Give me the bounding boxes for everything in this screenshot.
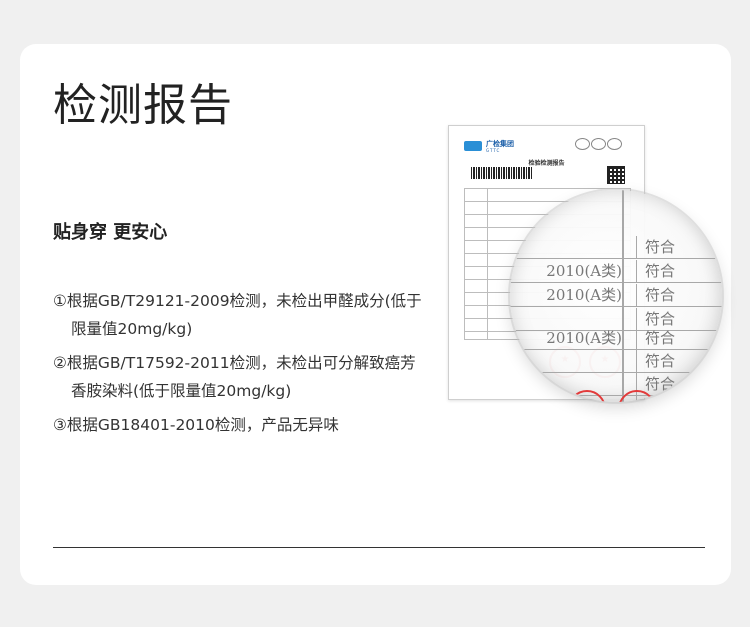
barcode-icon xyxy=(471,167,533,179)
test-results-list: ①根据GB/T29121-2009检测，未检出甲醛成分(低于限量值20mg/kg… xyxy=(53,287,423,445)
divider xyxy=(53,547,705,548)
lens-cell: 2010(A类) xyxy=(546,329,622,347)
lens-row: 符合 xyxy=(510,395,722,402)
lens-row: 符合 xyxy=(510,350,722,373)
list-item: ②根据GB/T17592-2011检测，未检出可分解致癌芳香胺染料(低于限量值2… xyxy=(53,354,416,400)
list-item: ①根据GB/T29121-2009检测，未检出甲醛成分(低于限量值20mg/kg… xyxy=(53,292,422,338)
list-item: ③根据GB18401-2010检测，产品无异味 xyxy=(53,416,339,434)
ilac-badge-icon xyxy=(591,138,606,150)
report-company-en: GTTC xyxy=(486,148,501,153)
lens-cell: 2010(A类) xyxy=(546,286,622,304)
lens-row: 符合 xyxy=(510,373,722,396)
page-subtitle: 贴身穿 更安心 xyxy=(53,222,168,243)
lens-row: 2010(A类) 符合 xyxy=(510,327,722,350)
lens-cell: 符合 xyxy=(636,260,705,282)
lens-row: 2010(A类) 符合 xyxy=(510,260,722,283)
qr-code-icon xyxy=(607,166,625,184)
magnifier-lens: 符合 2010(A类) 符合 2010(A类) 符合 符合 2010(A类) 符… xyxy=(510,190,722,402)
cma-badge-icon xyxy=(575,138,590,150)
lens-row: 2010(A类) 符合 xyxy=(510,284,722,307)
page-title: 检测报告 xyxy=(53,80,233,131)
lens-cell: 符合 xyxy=(636,284,705,306)
lens-cell: 符合 xyxy=(636,236,705,258)
lens-cell: 符合 xyxy=(636,350,705,372)
cnas-badge-icon xyxy=(607,138,622,150)
lens-cell: 符合 xyxy=(636,327,705,349)
lens-cell: 2010(A类) xyxy=(546,262,622,280)
company-logo-icon xyxy=(464,141,482,151)
lens-row: 符合 xyxy=(510,236,722,259)
